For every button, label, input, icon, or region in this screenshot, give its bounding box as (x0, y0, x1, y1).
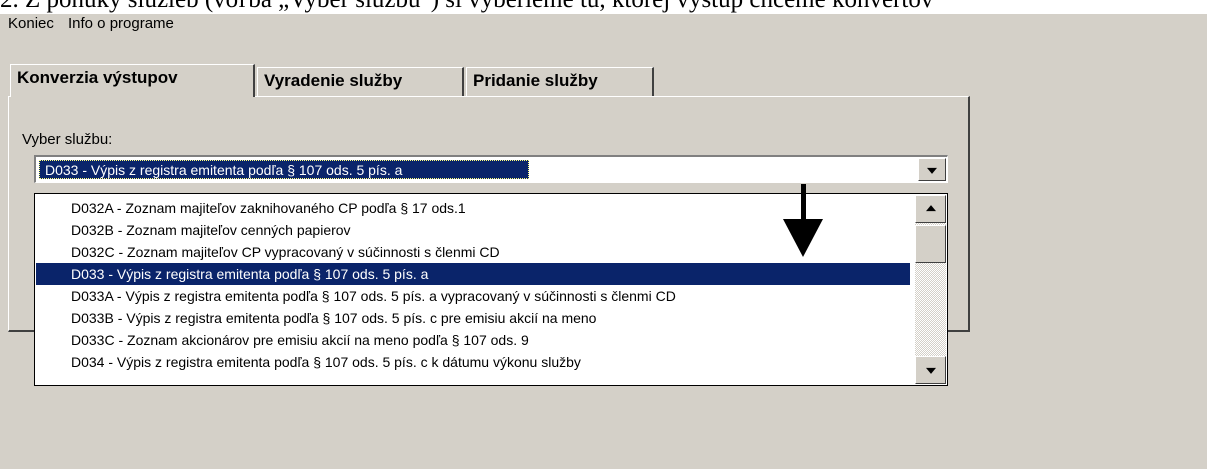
document-caption: 2. Z ponuky služieb (voľba „Vyber službu… (0, 0, 933, 14)
dropdown-button[interactable] (918, 158, 946, 181)
list-item[interactable]: D033A - Výpis z registra emitenta podľa … (36, 285, 910, 307)
menu-item-koniec[interactable]: Koniec (4, 15, 58, 32)
list-item[interactable]: D032A - Zoznam majiteľov zaknihovaného C… (36, 197, 910, 219)
scroll-down-icon (925, 367, 936, 374)
scroll-thumb[interactable] (915, 225, 946, 263)
scrollbar[interactable] (915, 195, 946, 384)
list-item[interactable]: D032C - Zoznam majiteľov CP vypracovaný … (36, 241, 910, 263)
combobox-selected-value: D033 - Výpis z registra emitenta podľa §… (39, 160, 529, 179)
dropdown-arrow-icon (927, 167, 937, 174)
list-item[interactable]: D033C - Zoznam akcionárov pre emisiu akc… (36, 329, 910, 351)
select-service-label: Vyber službu: (22, 131, 113, 148)
tab-pridanie[interactable]: Pridanie služby (466, 67, 654, 96)
scroll-up-button[interactable] (915, 195, 946, 223)
menu-item-info[interactable]: Info o programe (64, 15, 178, 32)
scroll-down-button[interactable] (915, 356, 946, 384)
tab-konverzia[interactable]: Konverzia výstupov (10, 64, 255, 97)
tab-vyradenie[interactable]: Vyradenie služby (257, 67, 464, 96)
annotation-arrow-icon (801, 184, 806, 222)
scroll-up-icon (925, 205, 936, 212)
list-item[interactable]: D033B - Výpis z registra emitenta podľa … (36, 307, 910, 329)
list-item[interactable]: D034 - Výpis z registra emitenta podľa §… (36, 351, 910, 373)
annotation-arrow-head (783, 219, 823, 257)
service-combobox[interactable]: D033 - Výpis z registra emitenta podľa §… (34, 155, 948, 183)
list-item[interactable]: D032B - Zoznam majiteľov cenných papiero… (36, 219, 910, 241)
list-item-selected[interactable]: D033 - Výpis z registra emitenta podľa §… (36, 263, 910, 285)
menubar: Koniec Info o programe (0, 14, 1207, 34)
document-caption-strip: 2. Z ponuky služieb (voľba „Vyber službu… (0, 0, 1207, 14)
